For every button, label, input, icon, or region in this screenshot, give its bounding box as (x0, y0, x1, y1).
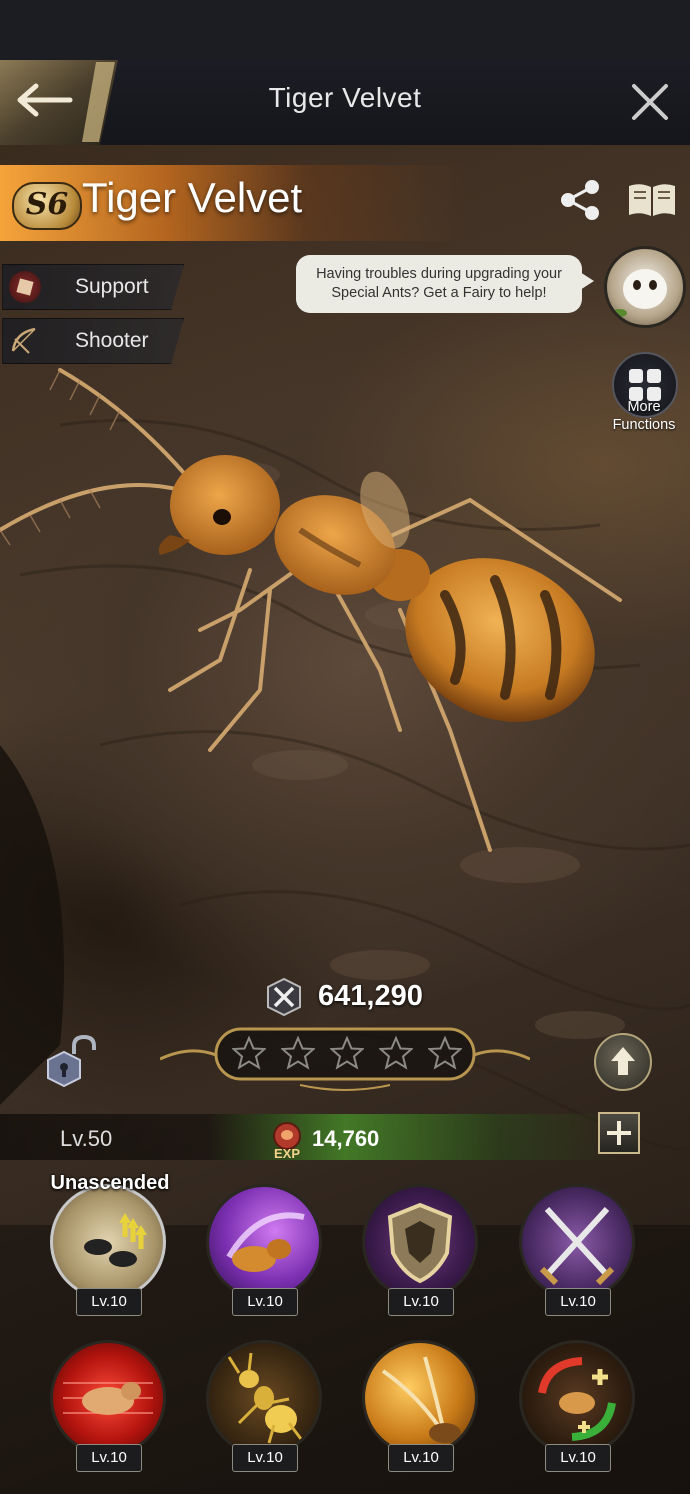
top-bar: Tiger Velvet (0, 60, 690, 146)
star-icon (428, 1036, 462, 1070)
purple-strike-icon (206, 1184, 322, 1300)
skill-red-rush[interactable]: Lv.10 (50, 1340, 166, 1472)
exp-icon: EXP (268, 1120, 306, 1161)
role-label-support: Support (75, 275, 149, 298)
svg-text:EXP: EXP (274, 1146, 300, 1160)
skill-level: Lv.10 (232, 1288, 298, 1316)
power-value: 641,290 (318, 980, 423, 1012)
skill-level: Lv.10 (388, 1444, 454, 1472)
arrow-up-icon (611, 1047, 635, 1075)
codex-button[interactable] (626, 180, 678, 220)
heal-cycle-icon (519, 1340, 635, 1456)
skill-golden-ant[interactable]: Lv.10 (206, 1340, 322, 1472)
skill-shield[interactable]: Lv.10 (362, 1184, 478, 1316)
skill-level: Lv.10 (545, 1288, 611, 1316)
star-icon (232, 1036, 266, 1070)
skill-crossed-daggers[interactable]: Lv.10 (519, 1184, 635, 1316)
skill-ascension[interactable]: Lv.10 (50, 1184, 166, 1316)
book-icon (629, 184, 675, 216)
unlock-icon[interactable] (44, 1034, 100, 1090)
skill-level: Lv.10 (76, 1444, 142, 1472)
ant-illustration (0, 368, 622, 852)
star-icon (281, 1036, 315, 1070)
skill-feather-antenna[interactable]: Lv.10 (362, 1340, 478, 1472)
skill-heal-cycle[interactable]: Lv.10 (519, 1340, 635, 1472)
status-bar (0, 0, 690, 60)
skill-level: Lv.10 (545, 1444, 611, 1472)
support-icon (9, 271, 41, 303)
golden-ant-icon (206, 1340, 322, 1456)
ant-name: Tiger Velvet (82, 174, 303, 221)
star-rank (232, 1036, 462, 1072)
red-rush-icon (50, 1340, 166, 1456)
share-button[interactable] (558, 178, 602, 222)
crossed-daggers-icon (519, 1184, 635, 1300)
ascension-status-label: Unascended (50, 1172, 170, 1194)
fairy-tip-bubble[interactable]: Having troubles during upgrading your Sp… (296, 255, 582, 313)
star-icon (379, 1036, 413, 1070)
close-button[interactable] (628, 80, 672, 124)
shield-icon (362, 1184, 478, 1300)
skill-level: Lv.10 (232, 1444, 298, 1472)
fairy-avatar[interactable] (604, 246, 686, 328)
plus-icon (607, 1121, 631, 1145)
tip-bubble-tail (580, 272, 594, 290)
star-icon (330, 1036, 364, 1070)
power-icon (264, 977, 304, 1017)
close-icon (632, 84, 668, 120)
skill-level: Lv.10 (76, 1288, 142, 1316)
skill-level: Lv.10 (388, 1288, 454, 1316)
exp-value: 14,760 (312, 1126, 380, 1151)
skill-purple-strike[interactable]: Lv.10 (206, 1184, 322, 1316)
share-icon (561, 180, 599, 220)
tier-badge: S6 (12, 182, 82, 230)
role-tag-support[interactable]: Support (2, 264, 184, 310)
ascension-icon (50, 1184, 166, 1300)
fairy-icon (609, 269, 667, 319)
ant-level: Lv.50 (60, 1126, 113, 1151)
star-upgrade-button[interactable] (594, 1033, 652, 1091)
add-exp-button[interactable] (598, 1112, 640, 1154)
feather-antenna-icon (362, 1340, 478, 1456)
page-title: Tiger Velvet (268, 82, 422, 113)
